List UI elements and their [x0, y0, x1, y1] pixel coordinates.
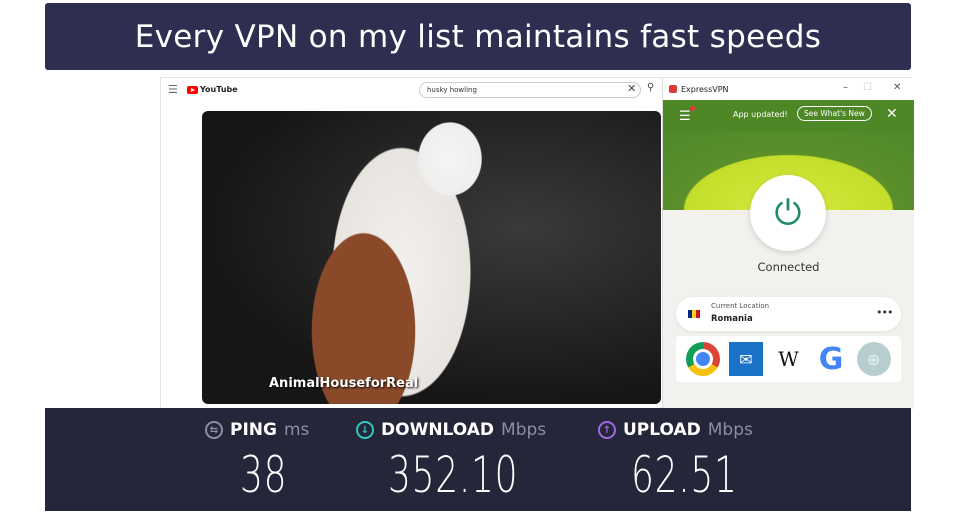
- upload-header: ↑ UPLOAD Mbps: [598, 420, 753, 440]
- upload-icon: ↑: [598, 421, 616, 439]
- speed-test-panel: ⇆ PING ms 38 ↓ DOWNLOAD Mbps 352.10 ↑ UPLOAD M…: [45, 408, 911, 511]
- notification-dot: [690, 106, 695, 111]
- search-icon[interactable]: ⚲: [647, 82, 654, 93]
- menu-icon[interactable]: ☰: [168, 83, 178, 96]
- update-notice: App updated!: [733, 110, 788, 119]
- wikipedia-icon[interactable]: W: [771, 342, 805, 376]
- google-icon[interactable]: G: [814, 342, 848, 377]
- youtube-logo-text: YouTube: [200, 85, 238, 94]
- video-player[interactable]: AnimalHouseforReal: [202, 111, 661, 404]
- mail-icon[interactable]: ✉: [728, 342, 763, 376]
- download-value: 352.10: [388, 446, 519, 504]
- close-icon[interactable]: ✕: [886, 106, 898, 122]
- clear-icon[interactable]: ✕: [627, 82, 636, 95]
- location-label: Current Location: [711, 302, 770, 310]
- ping-header: ⇆ PING ms: [205, 420, 309, 440]
- expressvpn-window: ExpressVPN – ☐ ✕ ☰ App updated! See What…: [662, 78, 914, 409]
- title-bar: ExpressVPN – ☐ ✕: [663, 78, 914, 100]
- download-unit: Mbps: [501, 420, 547, 440]
- upload-label: UPLOAD: [623, 420, 701, 440]
- ping-label: PING: [230, 420, 277, 440]
- whats-new-button[interactable]: See What's New: [797, 106, 872, 121]
- location-value: Romania: [711, 314, 753, 324]
- ping-icon: ⇆: [205, 421, 223, 439]
- close-window-button[interactable]: ✕: [893, 82, 901, 93]
- update-bar: ☰ App updated! See What's New ✕: [663, 100, 914, 132]
- download-icon: ↓: [356, 421, 374, 439]
- download-header: ↓ DOWNLOAD Mbps: [356, 420, 546, 440]
- youtube-window: ☰ YouTube husky howling ✕ ⚲ AnimalHousef…: [161, 78, 661, 409]
- upload-unit: Mbps: [707, 420, 753, 440]
- hamburger-menu-icon[interactable]: ☰: [679, 109, 691, 124]
- connection-status: Connected: [757, 260, 820, 274]
- youtube-play-icon: [187, 85, 198, 94]
- chrome-icon[interactable]: [686, 342, 721, 376]
- romania-flag-icon: [688, 310, 700, 318]
- add-icon[interactable]: ⊕: [856, 342, 891, 376]
- location-selector[interactable]: Current Location Romania •••: [676, 297, 901, 331]
- husky-head-image: [372, 111, 502, 231]
- ping-value: 38: [240, 446, 288, 504]
- power-icon: ⏻: [774, 193, 802, 233]
- download-label: DOWNLOAD: [381, 420, 495, 440]
- power-button[interactable]: ⏻: [750, 175, 826, 251]
- banner: Every VPN on my list maintains fast spee…: [45, 3, 911, 70]
- maximize-button[interactable]: ☐: [863, 82, 872, 93]
- app-shortcuts: ✉ W G ⊕: [676, 336, 901, 382]
- youtube-logo[interactable]: YouTube: [187, 85, 238, 94]
- expressvpn-logo-icon: [669, 85, 677, 93]
- ping-unit: ms: [283, 420, 310, 440]
- minimize-button[interactable]: –: [843, 82, 848, 93]
- screenshot: ☰ YouTube husky howling ✕ ⚲ AnimalHousef…: [160, 77, 914, 409]
- more-options-icon[interactable]: •••: [876, 306, 893, 319]
- search-input[interactable]: husky howling: [419, 82, 641, 98]
- window-title: ExpressVPN: [681, 84, 729, 94]
- video-caption: AnimalHouseforReal: [269, 376, 419, 391]
- upload-value: 62.51: [631, 446, 738, 504]
- banner-title: Every VPN on my list maintains fast spee…: [134, 18, 822, 55]
